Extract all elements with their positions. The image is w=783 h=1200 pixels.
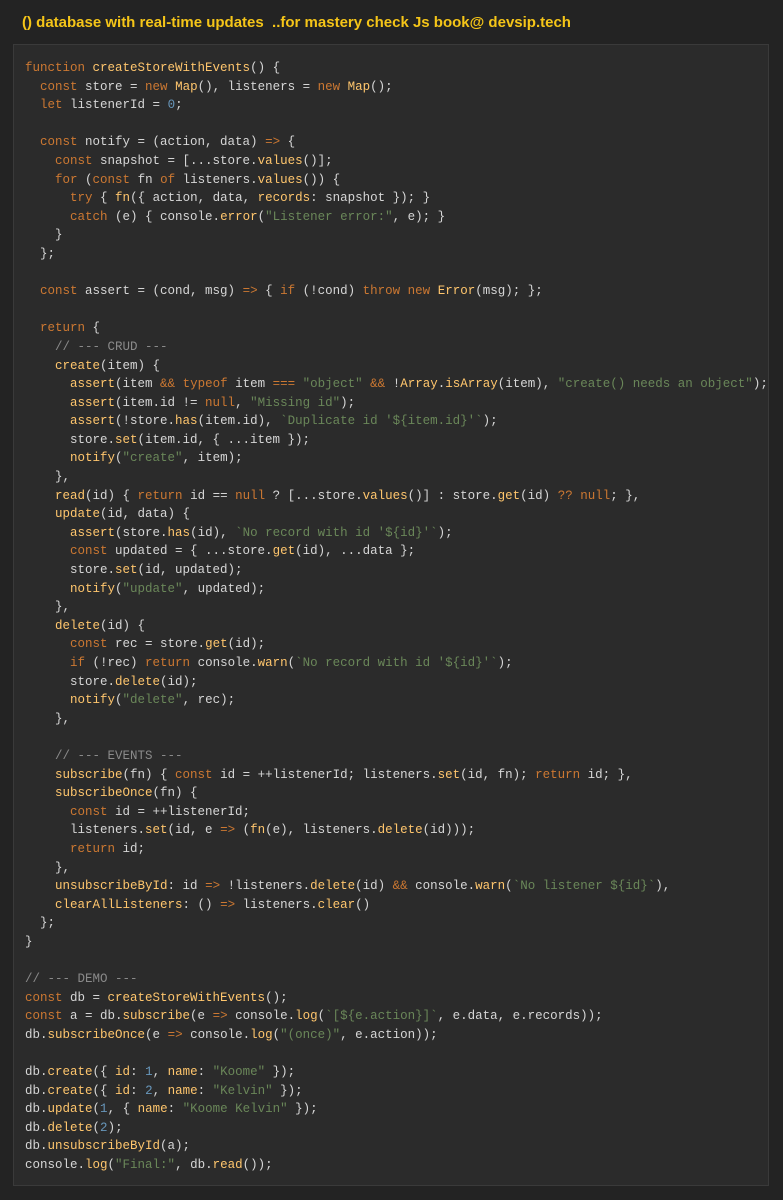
- code-line: ​: [25, 301, 768, 320]
- code-line: }: [25, 934, 33, 949]
- code-line: create(item) {: [55, 358, 161, 373]
- code-line: for (const fn of listeners.values()) {: [55, 172, 341, 187]
- code-line: ​: [25, 1044, 768, 1063]
- code-line: },: [25, 470, 71, 485]
- code-line: store.set(id, updated);: [25, 563, 243, 578]
- code-line: console.log("Final:", db.read());: [25, 1158, 273, 1173]
- code-line: assert(store.has(id), `No record with id…: [70, 525, 453, 540]
- code-line: unsubscribeById: id => !listeners.delete…: [55, 879, 671, 894]
- code-line: try { fn({ action, data, records: snapsh…: [70, 191, 431, 206]
- code-line: return {: [40, 321, 101, 336]
- code-line: db.create({ id: 2, name: "Kelvin" });: [25, 1083, 303, 1098]
- code-line: return id;: [70, 841, 146, 856]
- code-line: // --- CRUD ---: [55, 339, 168, 354]
- code-line: },: [25, 711, 71, 726]
- code-line: db.delete(2);: [25, 1120, 123, 1135]
- page-title: () database with real-time updates ..for…: [22, 13, 571, 31]
- code-line: store.set(item.id, { ...item });: [25, 432, 311, 447]
- code-line: };: [25, 916, 56, 931]
- code-line: ​: [25, 952, 768, 971]
- code-line: db.update(1, { name: "Koome Kelvin" });: [25, 1102, 318, 1117]
- code-line: db.create({ id: 1, name: "Koome" });: [25, 1065, 296, 1080]
- code-line: db.subscribeOnce(e => console.log("(once…: [25, 1027, 438, 1042]
- code-line: function createStoreWithEvents() {: [25, 61, 281, 75]
- code-line: notify("create", item);: [70, 451, 243, 466]
- code-line: store.delete(id);: [25, 674, 198, 689]
- code-line: const db = createStoreWithEvents();: [25, 990, 288, 1005]
- code-line: const updated = { ...store.get(id), ...d…: [70, 544, 416, 559]
- code-line: const assert = (cond, msg) => { if (!con…: [40, 284, 543, 299]
- code-panel: function createStoreWithEvents() { const…: [13, 44, 769, 1186]
- code-line: };: [25, 246, 56, 261]
- code-line: }: [25, 228, 63, 243]
- code-line: update(id, data) {: [55, 507, 191, 522]
- code-line: subscribeOnce(fn) {: [55, 786, 198, 801]
- code-line: ​: [25, 115, 768, 134]
- code-line: const id = ++listenerId;: [70, 804, 251, 819]
- code-line: const rec = store.get(id);: [70, 637, 266, 652]
- code-line: db.unsubscribeById(a);: [25, 1139, 191, 1154]
- code-line: notify("update", updated);: [70, 581, 266, 596]
- code-block: function createStoreWithEvents() { const…: [25, 59, 768, 1175]
- code-line: read(id) { return id == null ? [...store…: [55, 488, 641, 503]
- code-line: // --- DEMO ---: [25, 972, 138, 987]
- code-line: },: [25, 600, 71, 615]
- code-line: let listenerId = 0;: [40, 98, 183, 113]
- code-line: const snapshot = [...store.values()];: [55, 153, 333, 168]
- code-line: catch (e) { console.error("Listener erro…: [70, 209, 446, 224]
- code-line: assert(item && typeof item === "object" …: [70, 377, 768, 392]
- code-line: clearAllListeners: () => listeners.clear…: [55, 897, 371, 912]
- code-line: ​: [25, 264, 768, 283]
- header-bar: () database with real-time updates ..for…: [0, 0, 783, 44]
- code-line: assert(!store.has(item.id), `Duplicate i…: [70, 414, 498, 429]
- code-line: const store = new Map(), listeners = new…: [40, 79, 393, 94]
- code-line: if (!rec) return console.warn(`No record…: [70, 656, 513, 670]
- code-line: notify("delete", rec);: [70, 693, 236, 708]
- code-line: // --- EVENTS ---: [55, 748, 183, 763]
- code-line: ​: [25, 728, 768, 747]
- code-line: subscribe(fn) { const id = ++listenerId;…: [55, 767, 633, 782]
- code-line: },: [25, 860, 71, 875]
- code-line: listeners.set(id, e => (fn(e), listeners…: [25, 823, 476, 838]
- code-line: const notify = (action, data) => {: [40, 135, 296, 150]
- code-line: assert(item.id != null, "Missing id");: [70, 395, 356, 410]
- code-line: const a = db.subscribe(e => console.log(…: [25, 1009, 603, 1024]
- code-line: delete(id) {: [55, 618, 146, 633]
